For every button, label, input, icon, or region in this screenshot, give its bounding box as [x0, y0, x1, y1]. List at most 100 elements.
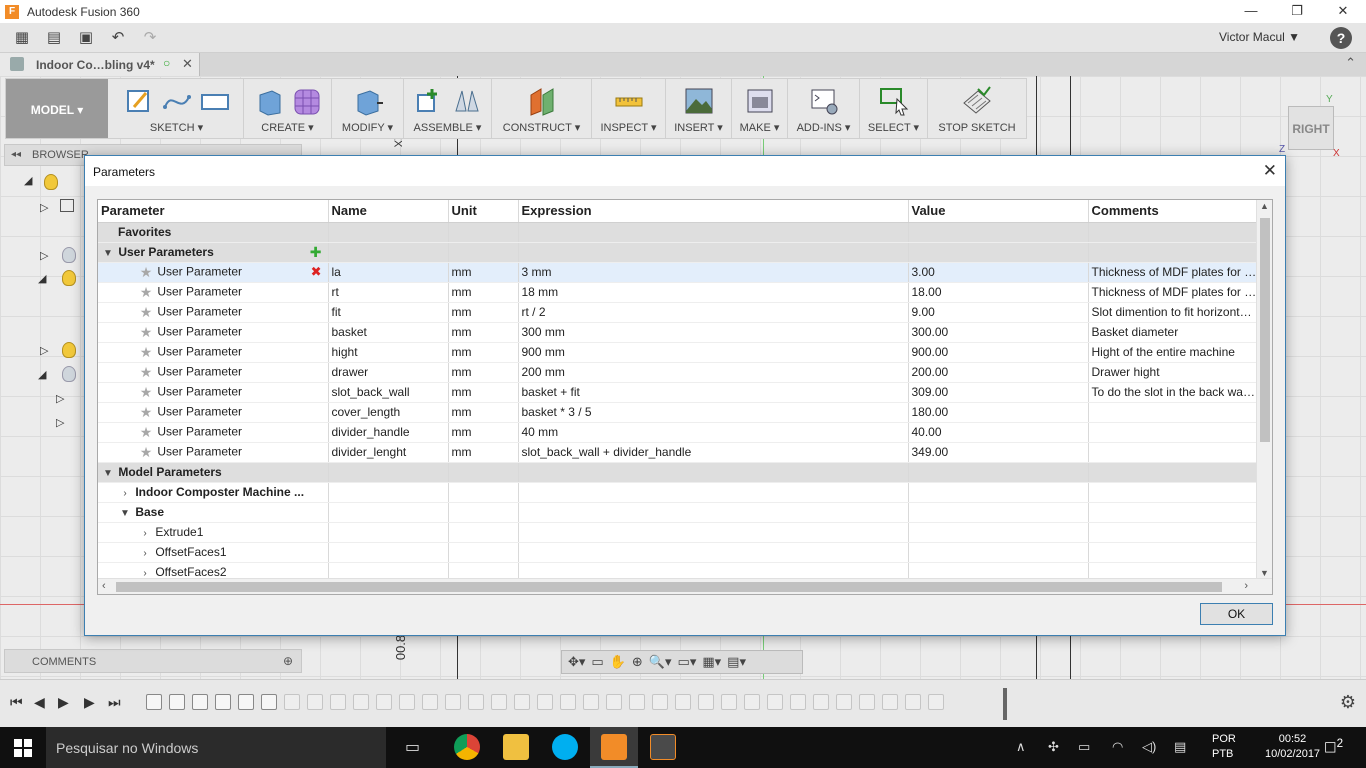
timeline-feature[interactable] — [859, 694, 875, 710]
document-tab[interactable]: Indoor Co…bling v4* ○ ✕ — [0, 53, 200, 76]
dialog-title-bar[interactable]: Parameters ✕ — [85, 156, 1285, 186]
pan-icon[interactable]: ✋ — [610, 654, 626, 670]
timeline-feature[interactable] — [928, 694, 944, 710]
keyboard-icon[interactable]: ▤ — [1174, 739, 1186, 755]
close-window-button[interactable]: ✕ — [1320, 0, 1366, 23]
parameter-expression[interactable]: 900 mm — [518, 342, 909, 363]
table-row[interactable]: ★ User Parameter ✖ slot_back_wall mm bas… — [98, 382, 1259, 403]
column-header-name[interactable]: Name — [328, 200, 449, 223]
favorite-star-icon[interactable]: ★ — [138, 324, 154, 341]
expand-arrow-icon[interactable]: ▷ — [56, 416, 64, 429]
timeline-feature[interactable] — [514, 694, 530, 710]
scroll-down-icon[interactable]: ▼ — [1260, 568, 1269, 578]
tree-node-row[interactable]: › Extrude1 — [98, 522, 1259, 543]
expand-arrow-icon[interactable]: ▷ — [40, 344, 48, 357]
timeline-feature[interactable] — [560, 694, 576, 710]
parameter-comment[interactable]: Basket diameter — [1088, 322, 1259, 343]
volume-icon[interactable]: ◁) — [1142, 739, 1156, 755]
timeline-feature[interactable] — [330, 694, 346, 710]
table-row[interactable]: ★ User Parameter ✖ divider_handle mm 40 … — [98, 422, 1259, 443]
timeline-feature[interactable] — [169, 694, 185, 710]
data-panel-grid-icon[interactable]: ▦ — [12, 28, 32, 48]
chevron-up-icon[interactable]: ⌃ — [1345, 55, 1356, 71]
timeline-feature[interactable] — [399, 694, 415, 710]
parameter-unit[interactable]: mm — [448, 442, 519, 463]
minimize-button[interactable]: — — [1228, 0, 1274, 23]
user-parameters-row[interactable]: ▼ User Parameters ✚ — [98, 242, 1259, 263]
visibility-bulb-icon[interactable] — [62, 366, 76, 382]
sublime-taskbar-icon[interactable] — [650, 734, 676, 760]
orbit-icon[interactable]: ✥▾ — [568, 654, 585, 670]
timeline-feature[interactable] — [675, 694, 691, 710]
help-icon[interactable]: ? — [1330, 27, 1352, 49]
sketch-group[interactable]: SKETCH ▾ — [110, 79, 244, 138]
viewports-icon[interactable]: ▤▾ — [727, 654, 746, 670]
model-parameters-row[interactable]: ▼ Model Parameters — [98, 462, 1259, 483]
parameter-expression[interactable]: 300 mm — [518, 322, 909, 343]
view-cube[interactable]: RIGHT — [1288, 106, 1334, 150]
create-group[interactable]: CREATE ▾ — [244, 79, 332, 138]
favorite-star-icon[interactable]: ★ — [138, 284, 154, 301]
column-header-value[interactable]: Value — [908, 200, 1089, 223]
battery-icon[interactable]: ▭ — [1078, 739, 1090, 755]
table-row[interactable]: ★ User Parameter ✖ drawer mm 200 mm 200.… — [98, 362, 1259, 383]
add-parameter-icon[interactable]: ✚ — [310, 244, 322, 261]
parameter-expression[interactable]: slot_back_wall + divider_handle — [518, 442, 909, 463]
parameter-unit[interactable]: mm — [448, 302, 519, 323]
look-at-icon[interactable]: ▭ — [591, 654, 603, 670]
timeline-feature[interactable] — [767, 694, 783, 710]
inspect-group[interactable]: INSPECT ▾ — [592, 79, 666, 138]
visibility-bulb-icon[interactable] — [62, 342, 76, 358]
tree-expand-arrow-icon[interactable]: › — [118, 488, 132, 499]
parameter-expression[interactable]: basket * 3 / 5 — [518, 402, 909, 423]
favorite-star-icon[interactable]: ★ — [138, 364, 154, 381]
parameter-expression[interactable]: 200 mm — [518, 362, 909, 383]
table-row[interactable]: ★ User Parameter ✖ divider_lenght mm slo… — [98, 442, 1259, 463]
parameter-expression[interactable]: basket + fit — [518, 382, 909, 403]
step-forward-icon[interactable]: ▶ — [58, 694, 69, 711]
scroll-up-icon[interactable]: ▲ — [1260, 201, 1269, 211]
parameter-unit[interactable]: mm — [448, 282, 519, 303]
table-row[interactable]: ★ User Parameter ✖ rt mm 18 mm 18.00 Thi… — [98, 282, 1259, 303]
parameter-comment[interactable]: Drawer hight — [1088, 362, 1259, 383]
parameter-name[interactable]: basket — [328, 322, 449, 343]
close-tab-icon[interactable]: ✕ — [182, 56, 193, 72]
parameter-comment[interactable] — [1088, 422, 1259, 443]
parameter-unit[interactable]: mm — [448, 362, 519, 383]
go-to-end-icon[interactable]: ⏭ — [108, 694, 121, 711]
vertical-scroll-thumb[interactable] — [1260, 218, 1270, 442]
column-header-unit[interactable]: Unit — [448, 200, 519, 223]
comments-panel-header[interactable]: COMMENTS ⊕ — [4, 649, 302, 673]
parameter-comment[interactable] — [1088, 442, 1259, 463]
assemble-group[interactable]: ASSEMBLE ▾ — [404, 79, 492, 138]
zoom-icon[interactable]: ⊕ — [632, 654, 643, 670]
fit-icon[interactable]: 🔍▾ — [649, 654, 672, 670]
collapse-arrow-icon[interactable]: ▼ — [101, 468, 115, 479]
fusion-taskbar-icon[interactable] — [601, 734, 627, 760]
timeline-feature[interactable] — [353, 694, 369, 710]
timeline-feature[interactable] — [192, 694, 208, 710]
timeline-feature[interactable] — [238, 694, 254, 710]
parameter-unit[interactable]: mm — [448, 382, 519, 403]
tree-node-row[interactable]: ▼ Base — [98, 502, 1259, 523]
insert-group[interactable]: INSERT ▾ — [666, 79, 732, 138]
chrome-taskbar-icon[interactable] — [454, 734, 480, 760]
timeline-feature[interactable] — [422, 694, 438, 710]
favorite-star-icon[interactable]: ★ — [138, 404, 154, 421]
parameter-expression[interactable]: 40 mm — [518, 422, 909, 443]
timeline-feature[interactable] — [836, 694, 852, 710]
add-ins-group[interactable]: ADD-INS ▾ — [788, 79, 860, 138]
parameter-expression[interactable]: 18 mm — [518, 282, 909, 303]
parameter-comment[interactable]: Slot dimention to fit horizontal ... — [1088, 302, 1259, 323]
horizontal-scroll-thumb[interactable] — [116, 582, 1222, 592]
timeline-feature[interactable] — [905, 694, 921, 710]
save-icon[interactable]: ▣ — [76, 28, 96, 48]
collapse-browser-icon[interactable]: ◂◂ — [11, 149, 21, 160]
construct-group[interactable]: CONSTRUCT ▾ — [492, 79, 592, 138]
expand-arrow-icon[interactable]: ◢ — [38, 272, 46, 285]
timeline-feature[interactable] — [606, 694, 622, 710]
make-group[interactable]: MAKE ▾ — [732, 79, 788, 138]
redo-icon[interactable]: ↷ — [140, 28, 160, 48]
parameter-name[interactable]: la — [328, 262, 449, 283]
scroll-left-icon[interactable]: ‹ — [102, 580, 106, 592]
